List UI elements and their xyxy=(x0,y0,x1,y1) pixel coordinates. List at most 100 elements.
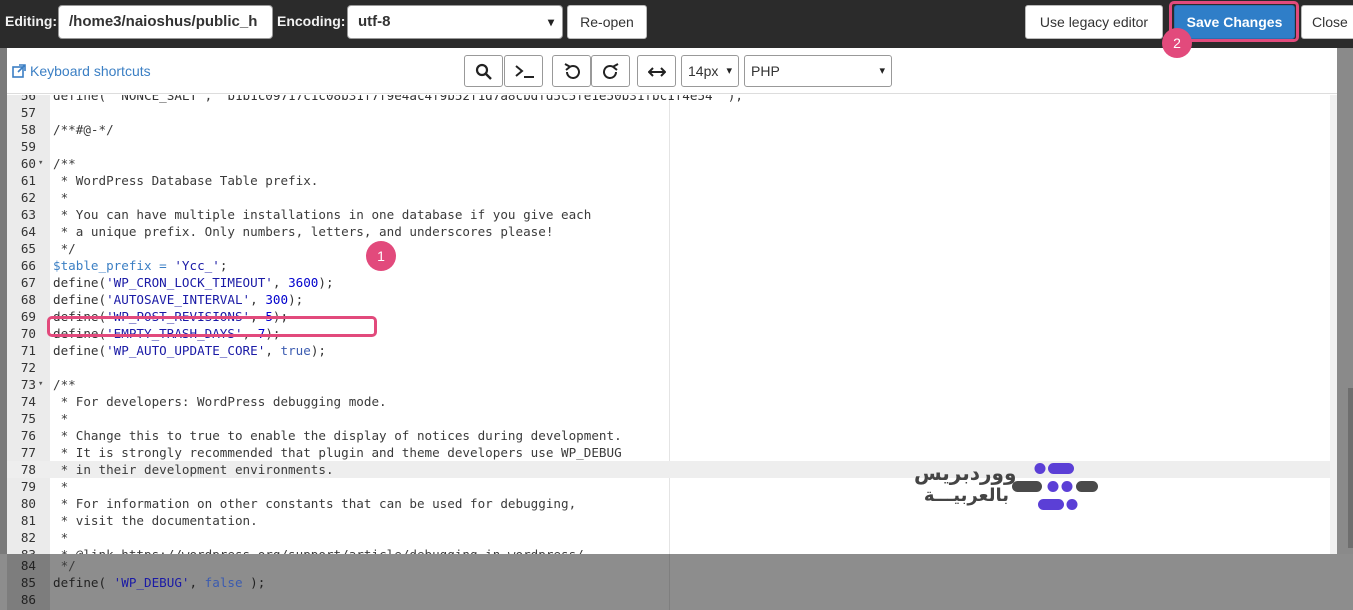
line-text: $table_prefix = 'Ycc_'; xyxy=(53,257,227,274)
code-text: * For developers: WordPress debugging mo… xyxy=(53,394,387,409)
editor-panel: Keyboard shortcuts 14px ▾ PHP ▾ 56 defin… xyxy=(7,48,1337,554)
code-token: define( xyxy=(53,275,107,290)
code-line: 60 ▾ /** xyxy=(7,155,1337,172)
code-line: 77 * It is strongly recommended that plu… xyxy=(7,444,1337,461)
code-text: /** xyxy=(53,156,76,171)
line-text: /** xyxy=(53,155,76,172)
code-line: 65 */ xyxy=(7,240,1337,257)
line-text: * xyxy=(53,189,69,206)
code-line: 67 define('WP_CRON_LOCK_TIMEOUT', 3600); xyxy=(7,274,1337,291)
vertical-scrollbar[interactable] xyxy=(1330,95,1337,554)
line-text: */ xyxy=(53,557,76,574)
code-token: ); xyxy=(242,575,266,590)
line-number: 68 xyxy=(20,292,36,307)
code-editor[interactable]: 56 define( 'NONCE_SALT', 'b1b1c09717c1c08… xyxy=(7,95,1337,554)
line-text: * For information on other constants tha… xyxy=(53,495,577,512)
file-path-field[interactable]: /home3/naioshus/public_h xyxy=(58,5,273,39)
undo-icon xyxy=(564,63,580,79)
screen: Editing: /home3/naioshus/public_h Encodi… xyxy=(0,0,1353,610)
line-number: 73 xyxy=(20,377,36,392)
line-number: 86 xyxy=(20,592,36,607)
line-text: * a unique prefix. Only numbers, letters… xyxy=(53,223,554,240)
line-text: * xyxy=(53,478,69,495)
string-literal: 'WP_AUTO_UPDATE_CORE' xyxy=(106,343,266,358)
code-line: 68 define('AUTOSAVE_INTERVAL', 300); xyxy=(7,291,1337,308)
fold-arrow-icon: ▾ xyxy=(38,379,44,389)
code-line: 80 * For information on other constants … xyxy=(7,495,1337,512)
line-number: 69 xyxy=(20,309,36,324)
code-line: 72 xyxy=(7,359,1337,376)
wrap-toggle-button[interactable] xyxy=(637,55,676,87)
line-text: /**#@-*/ xyxy=(53,121,114,138)
line-number: 67 xyxy=(20,275,36,290)
keyboard-shortcuts-link[interactable]: Keyboard shortcuts xyxy=(12,63,151,79)
line-text: */ xyxy=(53,240,76,257)
line-text: * WordPress Database Table prefix. xyxy=(53,172,319,189)
terminal-icon xyxy=(515,65,534,78)
reopen-button[interactable]: Re-open xyxy=(567,5,647,39)
code-text: * WordPress Database Table prefix. xyxy=(53,173,319,188)
code-line: 84 */ xyxy=(0,557,1353,574)
code-line: 63 * You can have multiple installations… xyxy=(7,206,1337,223)
code-token: , xyxy=(265,343,281,358)
brand-watermark: ووردبريس بالعربيـــة xyxy=(914,459,1104,517)
code-line: 74 * For developers: WordPress debugging… xyxy=(7,393,1337,410)
line-text: * @link https://wordpress.org/support/ar… xyxy=(53,546,584,554)
code-line: 83 * @link https://wordpress.org/support… xyxy=(7,546,1337,554)
code-text: * It is strongly recommended that plugin… xyxy=(53,445,622,460)
code-token: define( xyxy=(53,292,107,307)
line-number: 77 xyxy=(20,445,36,460)
go-to-line-button[interactable] xyxy=(504,55,543,87)
line-text: define('WP_AUTO_UPDATE_CORE', true); xyxy=(53,342,326,359)
line-number: 84 xyxy=(20,558,36,573)
code-text: * For information on other constants tha… xyxy=(53,496,577,511)
encoding-label: Encoding: xyxy=(277,13,346,29)
code-line: 61 * WordPress Database Table prefix. xyxy=(7,172,1337,189)
line-number: 74 xyxy=(20,394,36,409)
code-line: 85 define( 'WP_DEBUG', false ); xyxy=(0,574,1353,591)
value-literal: 300 xyxy=(265,292,289,307)
line-text: /** xyxy=(53,376,76,393)
code-line: 76 * Change this to true to enable the d… xyxy=(7,427,1337,444)
search-button[interactable] xyxy=(464,55,503,87)
undo-button[interactable] xyxy=(552,55,591,87)
code-token: ); xyxy=(318,275,334,290)
code-text: * xyxy=(53,530,69,545)
code-line: 56 define( 'NONCE_SALT', 'b1b1c09717c1c08… xyxy=(7,95,1337,104)
language-mode-value: PHP xyxy=(751,63,780,79)
line-number: 83 xyxy=(7,546,36,554)
code-line: 73 ▾ /** xyxy=(7,376,1337,393)
code-line: 86 xyxy=(0,591,1353,608)
encoding-value: utf-8 xyxy=(358,13,391,30)
redo-icon xyxy=(603,63,619,79)
highlight-box-line-67 xyxy=(47,316,377,337)
line-text: * It is strongly recommended that plugin… xyxy=(53,444,622,461)
page-scrollbar-thumb[interactable] xyxy=(1348,388,1353,548)
code-line: 79 * xyxy=(7,478,1337,495)
code-text: * xyxy=(53,411,69,426)
line-text: * visit the documentation. xyxy=(53,512,258,529)
external-link-icon xyxy=(12,64,26,78)
line-number: 85 xyxy=(20,575,36,590)
code-text: * visit the documentation. xyxy=(53,513,258,528)
line-number: 70 xyxy=(20,326,36,341)
redo-button[interactable] xyxy=(591,55,630,87)
page-scrollbar-track[interactable] xyxy=(1337,48,1353,554)
string-literal: 'AUTOSAVE_INTERVAL' xyxy=(106,292,251,307)
code-token: $table_prefix = xyxy=(53,258,175,273)
line-text: * For developers: WordPress debugging mo… xyxy=(53,393,387,410)
encoding-select[interactable]: utf-8 ▾ xyxy=(347,5,563,39)
keyboard-shortcuts-label: Keyboard shortcuts xyxy=(30,63,151,79)
code-text: /**#@-*/ xyxy=(53,122,114,137)
font-size-select[interactable]: 14px ▾ xyxy=(681,55,739,87)
line-number: 56 xyxy=(20,95,36,103)
watermark-text-line1: ووردبريس xyxy=(914,461,1017,485)
code-token: ); xyxy=(310,343,326,358)
use-legacy-editor-button[interactable]: Use legacy editor xyxy=(1025,5,1163,39)
step-badge-1: 1 xyxy=(366,241,396,271)
close-button[interactable]: Close xyxy=(1301,5,1353,39)
line-number: 66 xyxy=(20,258,36,273)
language-mode-select[interactable]: PHP ▾ xyxy=(744,55,892,87)
code-token: , xyxy=(189,575,205,590)
code-text: */ xyxy=(53,558,76,573)
